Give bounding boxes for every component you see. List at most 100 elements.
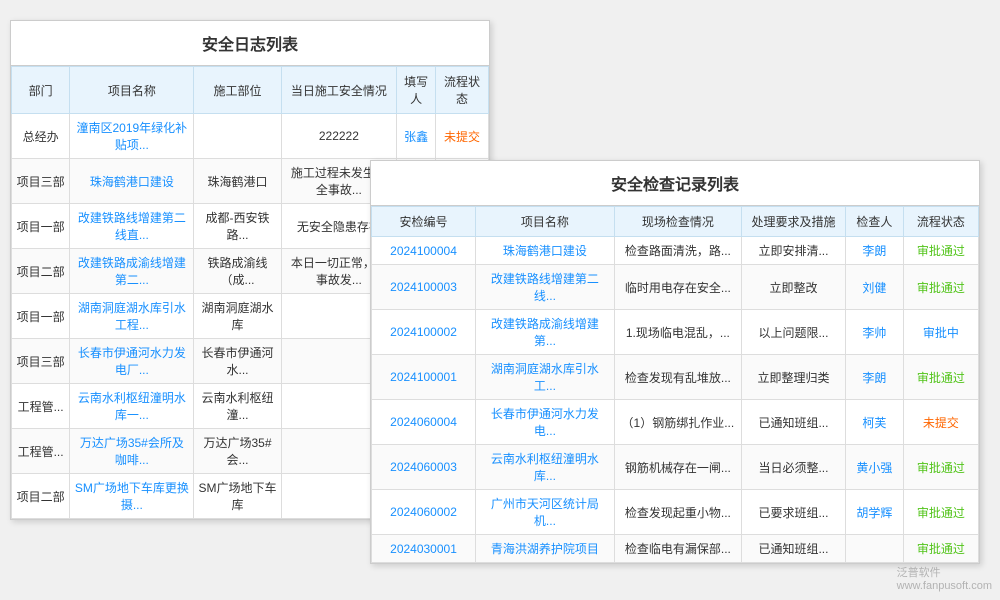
right-cell-id[interactable]: 2024100004 bbox=[372, 237, 476, 265]
right-cell-status: 审批通过 bbox=[903, 237, 978, 265]
right-cell-action: 已通知班组... bbox=[741, 400, 845, 445]
right-table-container: 安全检查记录列表 安检编号 项目名称 现场检查情况 处理要求及措施 检查人 流程… bbox=[370, 160, 980, 564]
right-cell-action: 已要求班组... bbox=[741, 490, 845, 535]
right-table-header-row: 安检编号 项目名称 现场检查情况 处理要求及措施 检查人 流程状态 bbox=[372, 207, 979, 237]
right-col-action: 处理要求及措施 bbox=[741, 207, 845, 237]
right-cell-proj[interactable]: 改建铁路成渝线增建第... bbox=[476, 310, 615, 355]
right-cell-id[interactable]: 2024060003 bbox=[372, 445, 476, 490]
left-cell-site: 铁路成渝线（成... bbox=[194, 249, 281, 294]
left-cell-site: 长春市伊通河水... bbox=[194, 339, 281, 384]
left-cell-site: 湖南洞庭湖水库 bbox=[194, 294, 281, 339]
left-cell-proj[interactable]: 潼南区2019年绿化补贴项... bbox=[70, 114, 194, 159]
right-cell-action: 立即安排清... bbox=[741, 237, 845, 265]
right-table-row: 2024060002广州市天河区统计局机...检查发现起重小物...已要求班组.… bbox=[372, 490, 979, 535]
right-cell-proj[interactable]: 珠海鹤港口建设 bbox=[476, 237, 615, 265]
left-cell-site: SM广场地下车库 bbox=[194, 474, 281, 519]
right-cell-inspect: （1）钢筋绑扎作业... bbox=[614, 400, 741, 445]
left-cell-dept: 工程管... bbox=[12, 384, 70, 429]
left-cell-proj[interactable]: 改建铁路成渝线增建第二... bbox=[70, 249, 194, 294]
left-table-row: 总经办潼南区2019年绿化补贴项...222222张鑫未提交 bbox=[12, 114, 489, 159]
right-table-row: 2024030001青海洪湖养护院项目检查临电有漏保部...已通知班组... 审批… bbox=[372, 535, 979, 563]
right-col-id: 安检编号 bbox=[372, 207, 476, 237]
left-table-title: 安全日志列表 bbox=[11, 21, 489, 66]
right-cell-action: 当日必须整... bbox=[741, 445, 845, 490]
left-cell-dept: 项目三部 bbox=[12, 159, 70, 204]
left-cell-dept: 项目一部 bbox=[12, 294, 70, 339]
left-cell-site: 成都-西安铁路... bbox=[194, 204, 281, 249]
right-cell-id[interactable]: 2024100003 bbox=[372, 265, 476, 310]
right-cell-status: 审批通过 bbox=[903, 535, 978, 563]
right-cell-id[interactable]: 2024060002 bbox=[372, 490, 476, 535]
right-cell-status: 审批通过 bbox=[903, 445, 978, 490]
left-cell-site bbox=[194, 114, 281, 159]
right-cell-inspect: 检查发现有乱堆放... bbox=[614, 355, 741, 400]
right-cell-id[interactable]: 2024100002 bbox=[372, 310, 476, 355]
right-table-row: 2024100001湖南洞庭湖水库引水工...检查发现有乱堆放...立即整理归类… bbox=[372, 355, 979, 400]
right-col-proj: 项目名称 bbox=[476, 207, 615, 237]
right-table-row: 2024100003改建铁路线增建第二线...临时用电存在安全...立即整改刘健… bbox=[372, 265, 979, 310]
right-cell-id[interactable]: 2024100001 bbox=[372, 355, 476, 400]
right-table-row: 2024100004珠海鹤港口建设检查路面清洗，路...立即安排清...李朗审批… bbox=[372, 237, 979, 265]
right-col-inspector: 检查人 bbox=[846, 207, 904, 237]
right-col-status: 流程状态 bbox=[903, 207, 978, 237]
left-cell-dept: 项目二部 bbox=[12, 474, 70, 519]
right-cell-inspect: 1.现场临电混乱，... bbox=[614, 310, 741, 355]
left-cell-proj[interactable]: 湖南洞庭湖水库引水工程... bbox=[70, 294, 194, 339]
right-cell-inspector: 李朗 bbox=[846, 355, 904, 400]
left-cell-dept: 项目二部 bbox=[12, 249, 70, 294]
right-cell-proj[interactable]: 广州市天河区统计局机... bbox=[476, 490, 615, 535]
left-cell-proj[interactable]: 万达广场35#会所及咖啡... bbox=[70, 429, 194, 474]
right-cell-inspector: 胡学辉 bbox=[846, 490, 904, 535]
right-cell-action: 以上问题限... bbox=[741, 310, 845, 355]
right-table-row: 2024060003云南水利枢纽潼明水库...钢筋机械存在一闸...当日必须整.… bbox=[372, 445, 979, 490]
right-col-inspect: 现场检查情况 bbox=[614, 207, 741, 237]
watermark: 泛普软件 www.fanpusoft.com bbox=[897, 564, 992, 592]
right-table-row: 2024100002改建铁路成渝线增建第...1.现场临电混乱，...以上问题限… bbox=[372, 310, 979, 355]
right-cell-inspector: 刘健 bbox=[846, 265, 904, 310]
left-cell-dept: 总经办 bbox=[12, 114, 70, 159]
left-col-dept: 部门 bbox=[12, 67, 70, 114]
right-cell-action: 立即整理归类 bbox=[741, 355, 845, 400]
right-cell-status: 审批中 bbox=[903, 310, 978, 355]
right-cell-inspector: 李帅 bbox=[846, 310, 904, 355]
right-cell-inspect: 检查临电有漏保部... bbox=[614, 535, 741, 563]
right-cell-inspector bbox=[846, 535, 904, 563]
right-table-title: 安全检查记录列表 bbox=[371, 161, 979, 206]
right-cell-inspect: 检查发现起重小物... bbox=[614, 490, 741, 535]
right-cell-proj[interactable]: 青海洪湖养护院项目 bbox=[476, 535, 615, 563]
left-cell-site: 珠海鹤港口 bbox=[194, 159, 281, 204]
right-cell-inspect: 钢筋机械存在一闸... bbox=[614, 445, 741, 490]
right-cell-inspect: 临时用电存在安全... bbox=[614, 265, 741, 310]
left-col-safe: 当日施工安全情况 bbox=[281, 67, 397, 114]
right-cell-proj[interactable]: 改建铁路线增建第二线... bbox=[476, 265, 615, 310]
right-cell-proj[interactable]: 长春市伊通河水力发电... bbox=[476, 400, 615, 445]
left-cell-site: 万达广场35#会... bbox=[194, 429, 281, 474]
right-cell-status: 审批通过 bbox=[903, 355, 978, 400]
right-cell-action: 已通知班组... bbox=[741, 535, 845, 563]
right-cell-id[interactable]: 2024030001 bbox=[372, 535, 476, 563]
left-cell-status: 未提交 bbox=[436, 114, 489, 159]
left-cell-proj[interactable]: 改建铁路线增建第二线直... bbox=[70, 204, 194, 249]
left-cell-proj[interactable]: 珠海鹤港口建设 bbox=[70, 159, 194, 204]
left-cell-filler: 张鑫 bbox=[397, 114, 436, 159]
left-cell-proj[interactable]: 长春市伊通河水力发电厂... bbox=[70, 339, 194, 384]
right-cell-id[interactable]: 2024060004 bbox=[372, 400, 476, 445]
right-cell-action: 立即整改 bbox=[741, 265, 845, 310]
right-cell-proj[interactable]: 云南水利枢纽潼明水库... bbox=[476, 445, 615, 490]
left-col-fill: 填写人 bbox=[397, 67, 436, 114]
left-cell-dept: 项目三部 bbox=[12, 339, 70, 384]
left-col-status: 流程状态 bbox=[436, 67, 489, 114]
right-table-row: 2024060004长春市伊通河水力发电...（1）钢筋绑扎作业...已通知班组… bbox=[372, 400, 979, 445]
right-table: 安检编号 项目名称 现场检查情况 处理要求及措施 检查人 流程状态 202410… bbox=[371, 206, 979, 563]
left-col-site: 施工部位 bbox=[194, 67, 281, 114]
right-cell-inspector: 黄小强 bbox=[846, 445, 904, 490]
right-cell-inspector: 柯芙 bbox=[846, 400, 904, 445]
right-cell-proj[interactable]: 湖南洞庭湖水库引水工... bbox=[476, 355, 615, 400]
right-cell-status: 审批通过 bbox=[903, 490, 978, 535]
left-cell-proj[interactable]: SM广场地下车库更换摄... bbox=[70, 474, 194, 519]
right-cell-status: 审批通过 bbox=[903, 265, 978, 310]
right-cell-status: 未提交 bbox=[903, 400, 978, 445]
left-cell-dept: 工程管... bbox=[12, 429, 70, 474]
left-col-proj: 项目名称 bbox=[70, 67, 194, 114]
left-cell-proj[interactable]: 云南水利枢纽潼明水库一... bbox=[70, 384, 194, 429]
